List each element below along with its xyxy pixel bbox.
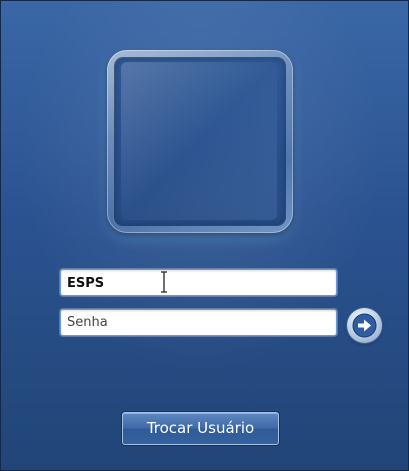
submit-button[interactable] bbox=[347, 308, 382, 343]
user-picture-frame bbox=[107, 50, 293, 233]
username-field[interactable]: ESPS bbox=[60, 269, 337, 296]
arrow-right-icon bbox=[352, 313, 377, 338]
user-picture-glass-icon bbox=[121, 62, 277, 220]
logon-screen: ESPS Trocar Usuário bbox=[0, 0, 409, 471]
password-field[interactable] bbox=[60, 309, 337, 336]
switch-user-button[interactable]: Trocar Usuário bbox=[122, 412, 279, 445]
